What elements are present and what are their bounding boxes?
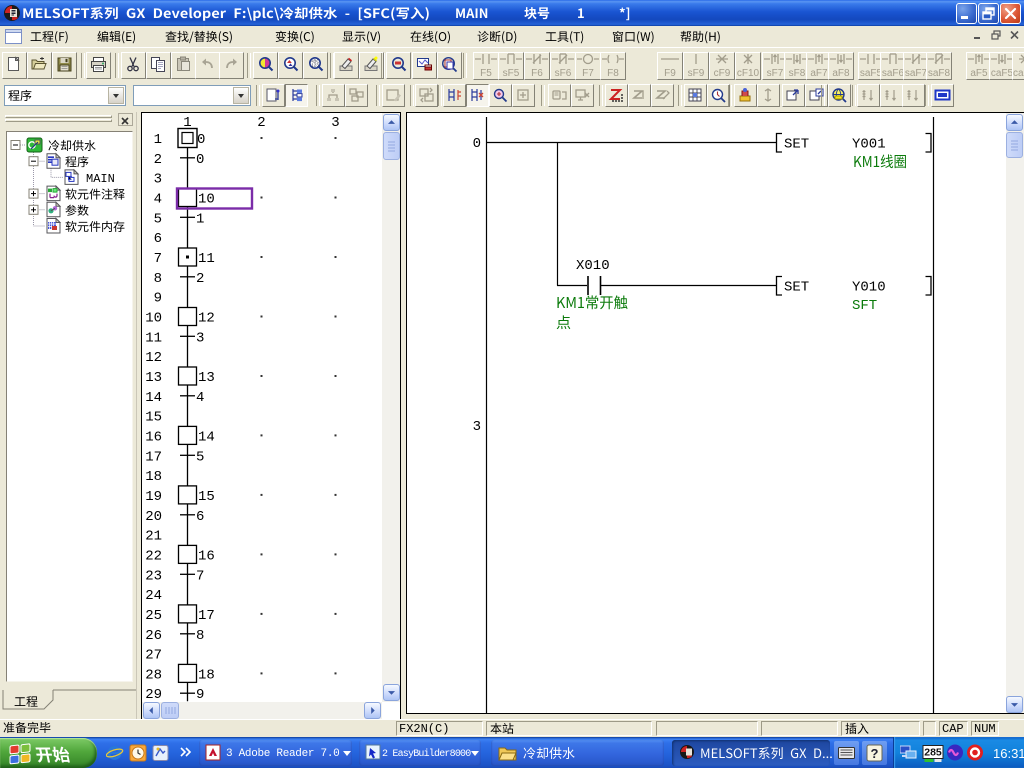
svg-text:8: 8 [196, 628, 204, 644]
svg-text:0: 0 [197, 132, 205, 148]
svg-text:5: 5 [154, 211, 162, 227]
svg-text:14: 14 [145, 390, 162, 406]
svg-text:12: 12 [145, 350, 162, 366]
svg-text:13: 13 [145, 370, 162, 386]
svg-text:3: 3 [331, 115, 339, 131]
svg-text:SET: SET [784, 137, 809, 153]
svg-text:9: 9 [196, 687, 204, 703]
svg-text:20: 20 [145, 509, 162, 525]
svg-text:SET: SET [784, 280, 809, 296]
svg-text:9: 9 [154, 291, 162, 307]
svg-text:16: 16 [198, 548, 215, 564]
svg-text:23: 23 [145, 568, 162, 584]
svg-text:4: 4 [196, 390, 204, 406]
svg-text:28: 28 [145, 667, 162, 683]
svg-text:10: 10 [145, 311, 162, 327]
svg-text:2: 2 [257, 115, 265, 131]
svg-text:SFT: SFT [852, 298, 877, 314]
svg-text:5: 5 [196, 449, 204, 465]
svg-text:27: 27 [145, 648, 162, 664]
svg-text:7: 7 [196, 568, 204, 584]
svg-text:285: 285 [924, 747, 942, 759]
svg-text:19: 19 [145, 489, 162, 505]
svg-text:13: 13 [198, 370, 215, 386]
svg-text:0: 0 [473, 136, 481, 152]
svg-text:Y001: Y001 [852, 137, 886, 153]
svg-text:0: 0 [196, 152, 204, 168]
svg-text:21: 21 [145, 529, 162, 545]
svg-text:3: 3 [196, 330, 204, 346]
svg-text:14: 14 [198, 429, 215, 445]
svg-text:18: 18 [198, 667, 215, 683]
svg-text:25: 25 [145, 608, 162, 624]
svg-text:2: 2 [154, 152, 162, 168]
svg-text:18: 18 [145, 469, 162, 485]
svg-text:24: 24 [145, 588, 162, 604]
svg-text:22: 22 [145, 548, 162, 564]
svg-text:15: 15 [145, 410, 162, 426]
svg-text:16: 16 [145, 429, 162, 445]
svg-text:10: 10 [198, 192, 215, 208]
svg-text:8: 8 [154, 271, 162, 287]
svg-text:2: 2 [196, 271, 204, 287]
svg-text:3: 3 [154, 172, 162, 188]
svg-text:29: 29 [145, 687, 162, 703]
svg-text:6: 6 [154, 231, 162, 247]
svg-text:26: 26 [145, 628, 162, 644]
svg-text:Y010: Y010 [852, 280, 886, 296]
svg-text:3: 3 [473, 419, 481, 435]
svg-text:1: 1 [154, 132, 162, 148]
svg-text:7: 7 [154, 251, 162, 267]
svg-text:11: 11 [145, 330, 162, 346]
svg-text:6: 6 [196, 509, 204, 525]
svg-text:1: 1 [196, 211, 204, 227]
svg-text:15: 15 [198, 489, 215, 505]
svg-text:17: 17 [198, 608, 215, 624]
svg-text:11: 11 [198, 251, 215, 267]
svg-text:17: 17 [145, 449, 162, 465]
svg-text:?: ? [871, 746, 879, 761]
svg-text:12: 12 [198, 311, 215, 327]
svg-text:4: 4 [154, 192, 162, 208]
svg-text:X010: X010 [576, 258, 610, 274]
